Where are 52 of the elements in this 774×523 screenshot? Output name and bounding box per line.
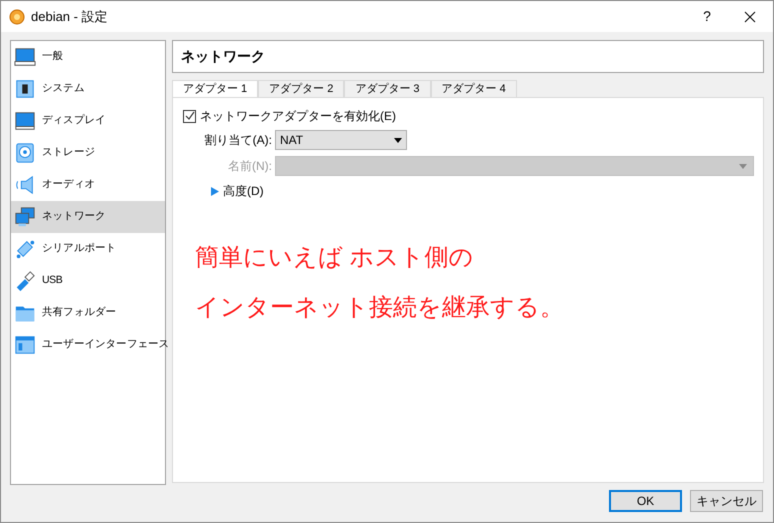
sidebar-item[interactable]: ストレージ [11,137,165,169]
sidebar-item-icon [14,334,36,356]
sidebar-item-icon [14,238,36,260]
sidebar-item[interactable]: 共有フォルダー [11,297,165,329]
sidebar-item-label: 共有フォルダー [42,305,116,320]
sidebar-item-icon [14,174,36,196]
sidebar-item-label: オーディオ [42,177,96,192]
sidebar-item[interactable]: USB [11,265,165,297]
sidebar-item-label: 一般 [42,49,64,64]
dropdown-value: NAT [280,132,304,149]
window-title: debian - 設定 [31,8,108,26]
close-icon [744,10,756,22]
sidebar-item-label: ストレージ [42,145,96,160]
checkbox-label: ネットワークアダプターを有効化(E) [200,108,396,125]
sidebar-item[interactable]: システム [11,73,165,105]
caret-icon [394,138,402,142]
sidebar-item[interactable]: シリアルポート [11,233,165,265]
advanced-toggle[interactable]: 高度(D) [211,182,264,200]
app-logo-icon [9,8,25,24]
sidebar-item-icon [14,110,36,132]
sidebar-item-label: システム [42,81,84,96]
sidebar-item-label: ディスプレイ [42,113,106,128]
dialog-button[interactable]: キャンセル [690,490,763,512]
tab[interactable]: アダプター 3 [344,80,431,98]
sidebar-item[interactable]: ネットワーク [11,201,165,233]
check-icon [184,111,194,121]
checkbox[interactable] [183,110,196,122]
tab[interactable]: アダプター 2 [258,80,344,98]
sidebar-item-label: ネットワーク [42,209,106,224]
annotation-text: インターネット接続を継承する。 [195,293,565,323]
caret-icon [739,164,747,168]
sidebar-item-label: シリアルポート [42,241,116,256]
field-label: 名前(N): [227,158,273,175]
expand-arrow-icon [211,186,219,196]
page-title: ネットワーク [181,47,265,66]
tab[interactable]: アダプター 4 [430,80,517,98]
sidebar-item-icon [14,270,36,292]
enable-adapter-checkbox[interactable]: ネットワークアダプターを有効化(E) [183,108,753,124]
sidebar-item[interactable]: ディスプレイ [11,105,165,137]
sidebar-item-icon [14,206,36,228]
attached-to-dropdown[interactable]: NAT [275,130,407,150]
dialog-button[interactable]: OK [609,490,682,512]
annotation-text: 簡単にいえば ホスト側の [195,243,475,273]
help-button[interactable]: ? [687,6,727,27]
sidebar-item-icon [14,46,36,68]
sidebar-item[interactable]: オーディオ [11,169,165,201]
field-label: 割り当て(A): [204,132,273,149]
sidebar-item-label: USB [42,273,62,288]
sidebar-item-icon [14,142,36,164]
sidebar-item-icon [14,78,36,100]
sidebar-item[interactable]: 一般 [11,41,165,73]
tab[interactable]: アダプター 1 [172,80,258,98]
